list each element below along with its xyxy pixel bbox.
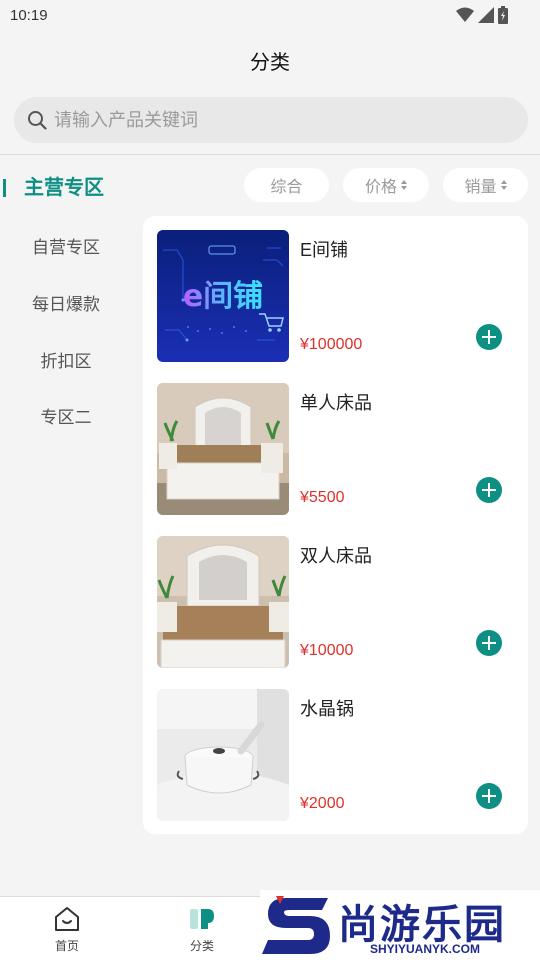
product-name: 水晶锅	[300, 699, 354, 719]
page-title: 分类	[250, 52, 290, 74]
sidebar-item-main[interactable]: 主营专区	[0, 168, 132, 208]
sidebar-item-discount[interactable]: 折扣区	[0, 342, 132, 382]
product-card[interactable]: 单人床品 ¥5500	[143, 369, 528, 515]
add-to-cart-button[interactable]	[476, 630, 502, 656]
product-name: E间铺	[300, 240, 349, 260]
product-price: ¥10000	[300, 642, 354, 659]
sort-arrows-icon	[401, 180, 407, 190]
product-price: ¥2000	[300, 795, 345, 812]
sidebar-item-zone-two[interactable]: 专区二	[0, 398, 132, 438]
sort-general-button[interactable]: 综合	[244, 168, 329, 202]
nav-bar: 分类	[0, 32, 540, 88]
category-sidebar: 主营专区 自营专区 每日爆款 折扣区 专区二	[0, 155, 132, 895]
product-image: e间铺	[157, 230, 289, 362]
wifi-icon	[456, 7, 474, 22]
sidebar-item-daily-hot[interactable]: 每日爆款	[0, 285, 132, 325]
crystal-pot-image	[157, 689, 289, 821]
product-name: 双人床品	[300, 546, 372, 566]
e-store-banner-image: e间铺	[157, 230, 289, 362]
tab-category-label: 分类	[189, 939, 214, 953]
search-icon	[28, 111, 47, 130]
sort-price-label: 价格	[364, 179, 397, 196]
status-bar: 10:19	[0, 0, 540, 32]
product-card[interactable]: e间铺 E间铺 ¥100000	[143, 216, 528, 362]
product-image	[157, 689, 289, 821]
search-bar[interactable]	[14, 97, 528, 143]
sidebar-item-self-operated[interactable]: 自营专区	[0, 228, 132, 268]
product-name: 单人床品	[300, 393, 372, 413]
watermark-en-text: SHYIYUANYK.COM	[370, 942, 481, 956]
product-image	[157, 536, 289, 668]
single-bed-image	[157, 383, 289, 515]
watermark-logo: 尚游乐园 SHYIYUANYK.COM	[260, 890, 540, 960]
tab-home[interactable]: 首页	[17, 897, 117, 960]
product-card[interactable]: 水晶锅 ¥2000	[143, 675, 528, 821]
home-icon	[55, 907, 79, 931]
double-bed-image	[157, 536, 289, 668]
sort-sales-label: 销量	[464, 179, 497, 196]
product-list: e间铺 E间铺 ¥100000 单人床品 ¥5500 双人床品 ¥10000 水…	[143, 216, 528, 834]
product-price: ¥100000	[300, 336, 363, 353]
add-to-cart-button[interactable]	[476, 783, 502, 809]
status-time: 10:19	[10, 7, 48, 24]
signal-icon	[478, 7, 494, 23]
product-price: ¥5500	[300, 489, 345, 506]
tab-category[interactable]: 分类	[152, 897, 252, 960]
sort-sales-button[interactable]: 销量	[443, 168, 528, 202]
category-icon	[190, 909, 214, 929]
search-input[interactable]	[54, 97, 514, 143]
sort-price-button[interactable]: 价格	[343, 168, 429, 202]
add-to-cart-button[interactable]	[476, 477, 502, 503]
tab-home-label: 首页	[54, 939, 79, 953]
battery-icon	[498, 6, 508, 24]
status-icons	[456, 6, 508, 24]
add-to-cart-button[interactable]	[476, 324, 502, 350]
sort-arrows-icon	[500, 180, 507, 190]
banner-logo-text: e间铺	[183, 279, 263, 314]
product-image	[157, 383, 289, 515]
sort-general-label: 综合	[270, 179, 303, 196]
product-card[interactable]: 双人床品 ¥10000	[143, 522, 528, 668]
watermark-s-icon	[262, 896, 330, 954]
